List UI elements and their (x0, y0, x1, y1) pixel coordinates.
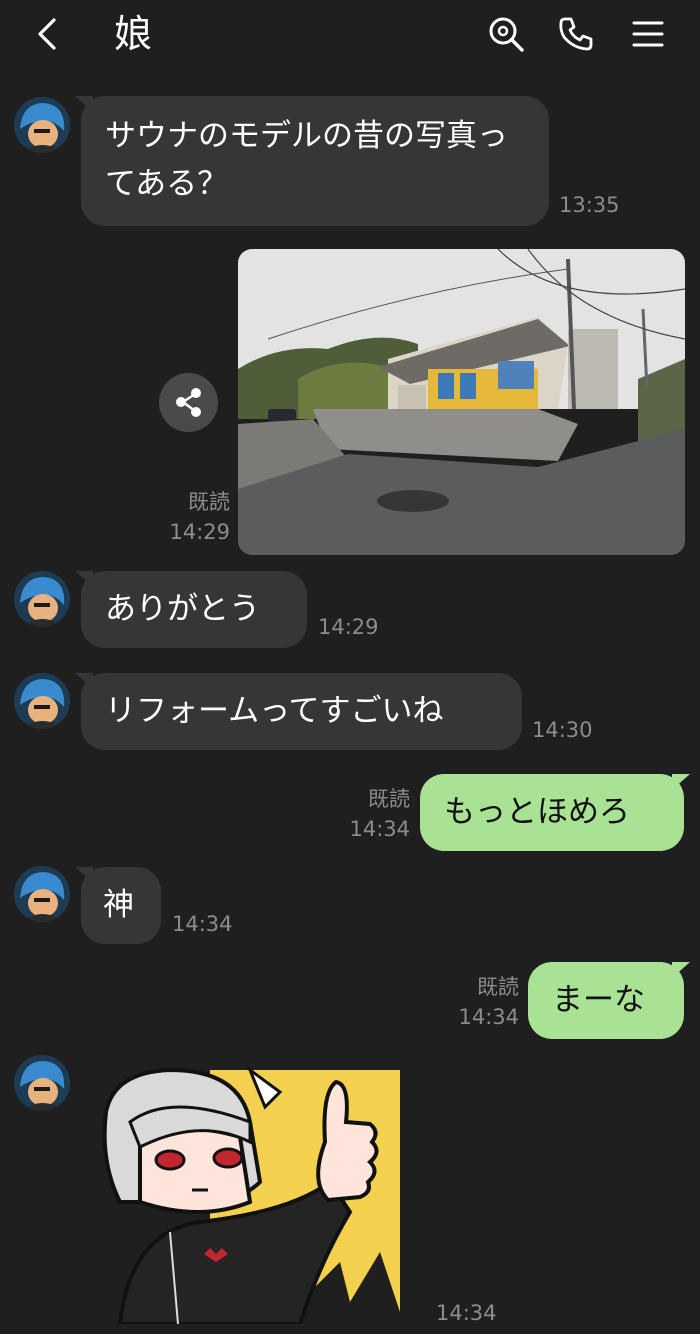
message-time: 14:30 (532, 718, 593, 742)
thumbs-up-sticker (102, 1065, 400, 1326)
message-time: 14:34 (172, 912, 233, 936)
avatar-image (14, 1055, 70, 1111)
message-meta: 既読 14:34 (330, 784, 410, 844)
message-bubble-outgoing[interactable]: もっとほめろ (420, 774, 684, 851)
message-time: 14:29 (318, 615, 379, 639)
share-button[interactable] (159, 373, 218, 432)
read-receipt: 既読 (368, 787, 410, 811)
contact-avatar[interactable] (14, 97, 70, 153)
read-receipt: 既読 (188, 490, 230, 514)
message-time: 14:34 (458, 1005, 519, 1029)
read-receipt: 既読 (477, 975, 519, 999)
message-bubble-incoming[interactable]: 神 (81, 867, 161, 944)
message-text: リフォームってすごいね (105, 693, 444, 729)
share-icon (176, 388, 201, 417)
back-button[interactable] (28, 14, 68, 54)
message-bubble-incoming[interactable]: サウナのモデルの昔の写真ってある？ (81, 96, 549, 226)
avatar-image (14, 866, 70, 922)
message-time: 14:34 (349, 817, 410, 841)
avatar-image (14, 97, 70, 153)
message-time: 14:34 (436, 1301, 497, 1325)
contact-avatar[interactable] (14, 673, 70, 729)
house-photo (238, 249, 685, 555)
message-time: 14:29 (169, 520, 230, 544)
contact-avatar[interactable] (14, 866, 70, 922)
avatar-image (14, 673, 70, 729)
photo-message[interactable] (238, 249, 685, 555)
message-text: ありがとう (105, 591, 260, 627)
phone-icon (559, 17, 593, 51)
message-text: 神 (103, 887, 134, 923)
message-meta: 既読 14:29 (150, 487, 230, 547)
search-button[interactable] (486, 14, 526, 54)
message-text: まーな (552, 982, 645, 1018)
chevron-left-icon (38, 18, 56, 50)
hamburger-menu-icon (632, 21, 664, 47)
message-text: もっとほめろ (444, 794, 630, 830)
message-time: 13:35 (559, 193, 620, 217)
message-text: サウナのモデルの昔の写真ってある？ (105, 118, 508, 202)
message-meta: 既読 14:34 (439, 972, 519, 1032)
contact-avatar[interactable] (14, 1055, 70, 1111)
call-button[interactable] (556, 14, 596, 54)
search-icon (489, 17, 524, 52)
menu-button[interactable] (628, 14, 668, 54)
message-bubble-incoming[interactable]: ありがとう (81, 571, 307, 648)
contact-avatar[interactable] (14, 571, 70, 627)
avatar-image (14, 571, 70, 627)
sticker-message[interactable] (100, 1062, 405, 1326)
chat-title: 娘 (114, 12, 153, 56)
chat-header: 娘 (0, 0, 700, 72)
message-bubble-outgoing[interactable]: まーな (528, 962, 684, 1039)
message-bubble-incoming[interactable]: リフォームってすごいね (81, 673, 522, 750)
